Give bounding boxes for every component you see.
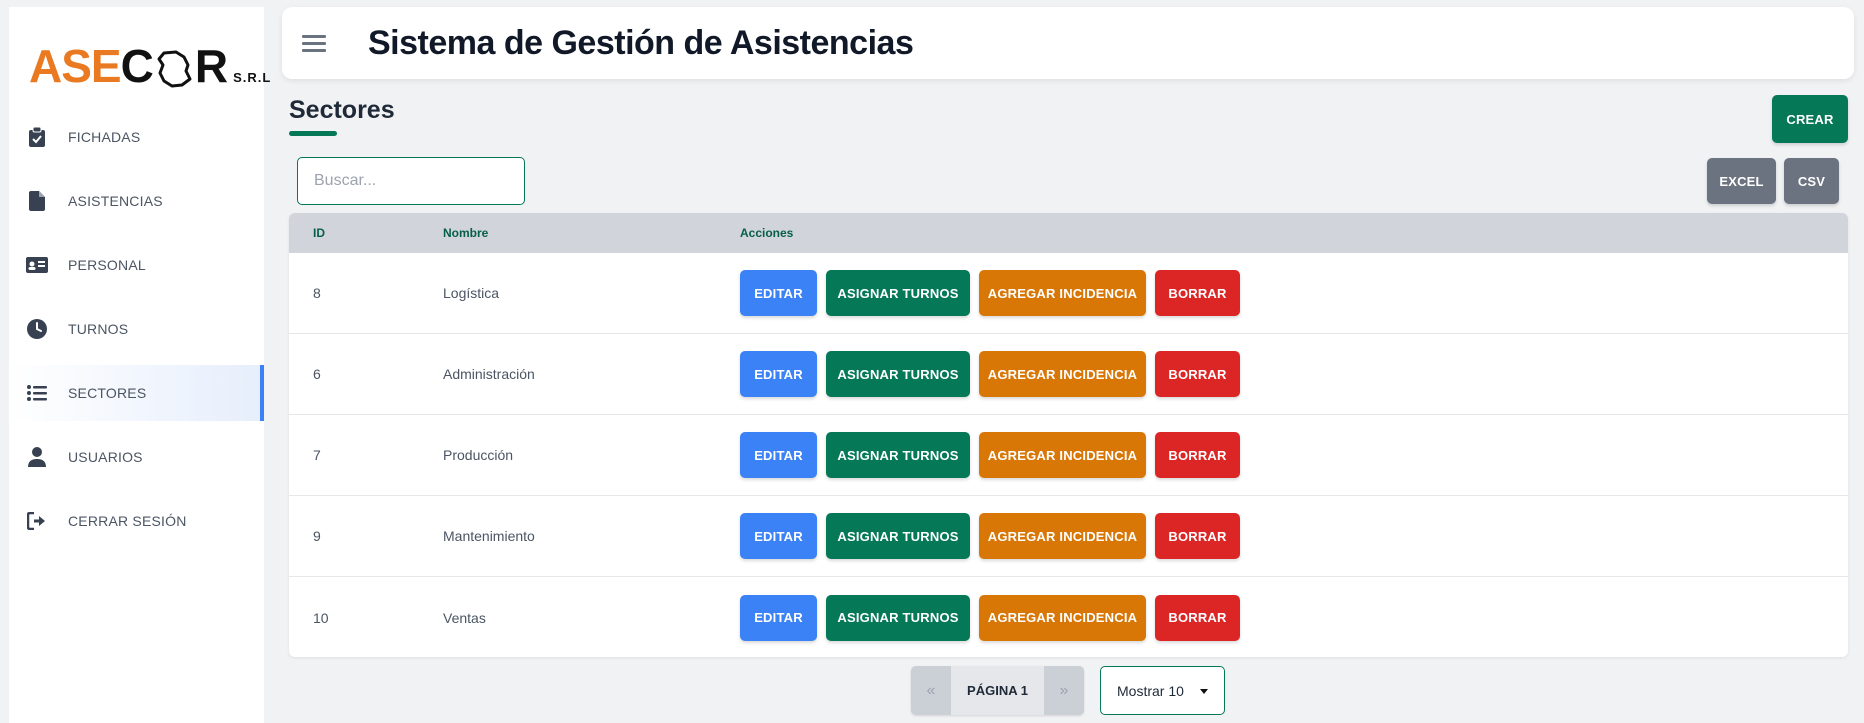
- create-button[interactable]: CREAR: [1772, 95, 1848, 143]
- column-header-id[interactable]: ID: [313, 226, 325, 240]
- cell-nombre: Logística: [443, 285, 500, 301]
- cell-nombre: Ventas: [443, 609, 486, 626]
- row-actions: EDITAR ASIGNAR TURNOS AGREGAR INCIDENCIA…: [740, 432, 1240, 478]
- chevron-down-icon: [1200, 689, 1208, 694]
- assign-shifts-button[interactable]: ASIGNAR TURNOS: [826, 351, 970, 397]
- top-header: Sistema de Gestión de Asistencias: [282, 7, 1854, 79]
- export-excel-button[interactable]: EXCEL: [1707, 158, 1776, 204]
- sidebar-nav: FICHADAS ASISTENCIAS PERSONAL TURNOS SEC…: [9, 109, 264, 557]
- app-title: Sistema de Gestión de Asistencias: [368, 23, 914, 62]
- sidebar-item-cerrar-sesion[interactable]: CERRAR SESIÓN: [9, 493, 264, 549]
- page-size-value: Mostrar 10: [1117, 682, 1184, 699]
- delete-button[interactable]: BORRAR: [1155, 351, 1240, 397]
- logo-text-ase: ASE: [29, 40, 122, 92]
- edit-button[interactable]: EDITAR: [740, 513, 817, 559]
- file-icon: [26, 190, 48, 212]
- table-row: 8 Logística EDITAR ASIGNAR TURNOS AGREGA…: [289, 253, 1848, 334]
- logo-text-c: C: [120, 40, 154, 92]
- sidebar-item-label: TURNOS: [68, 321, 129, 337]
- add-incident-button[interactable]: AGREGAR INCIDENCIA: [979, 594, 1146, 641]
- assign-shifts-button[interactable]: ASIGNAR TURNOS: [826, 270, 970, 316]
- cordoba-map-icon: [157, 50, 192, 88]
- cell-id: 7: [313, 447, 321, 463]
- cell-nombre: Mantenimiento: [443, 528, 535, 544]
- list-icon: [26, 382, 48, 404]
- sidebar-item-usuarios[interactable]: USUARIOS: [9, 429, 264, 485]
- sidebar-item-sectores[interactable]: SECTORES: [9, 365, 264, 421]
- sidebar-item-label: FICHADAS: [68, 129, 141, 145]
- assign-shifts-button[interactable]: ASIGNAR TURNOS: [826, 594, 970, 641]
- table-row: 6 Administración EDITAR ASIGNAR TURNOS A…: [289, 334, 1848, 415]
- sidebar-item-personal[interactable]: PERSONAL: [9, 237, 264, 293]
- table-row: 7 Producción EDITAR ASIGNAR TURNOS AGREG…: [289, 415, 1848, 496]
- clock-icon: [26, 318, 48, 340]
- logo-suffix: S.R.L: [233, 70, 272, 85]
- sidebar-item-label: CERRAR SESIÓN: [68, 513, 187, 529]
- page-title: Sectores: [289, 96, 395, 124]
- delete-button[interactable]: BORRAR: [1155, 513, 1240, 559]
- column-header-acciones: Acciones: [740, 226, 794, 240]
- delete-button[interactable]: BORRAR: [1155, 270, 1240, 316]
- clipboard-check-icon: [26, 126, 48, 148]
- table-row: 9 Mantenimiento EDITAR ASIGNAR TURNOS AG…: [289, 496, 1848, 577]
- add-incident-button[interactable]: AGREGAR INCIDENCIA: [979, 351, 1146, 397]
- delete-button[interactable]: BORRAR: [1155, 594, 1240, 641]
- table-header: ID Nombre Acciones: [289, 213, 1848, 253]
- sectors-table: ID Nombre Acciones 8 Logística EDITAR AS…: [289, 213, 1848, 657]
- sidebar-item-fichadas[interactable]: FICHADAS: [9, 109, 264, 165]
- cell-id: 9: [313, 528, 321, 544]
- company-logo: ASE C R S.R.L: [29, 29, 271, 89]
- sidebar-item-turnos[interactable]: TURNOS: [9, 301, 264, 357]
- row-actions: EDITAR ASIGNAR TURNOS AGREGAR INCIDENCIA…: [740, 513, 1240, 559]
- hamburger-menu-icon[interactable]: [302, 31, 326, 56]
- column-header-nombre[interactable]: Nombre: [443, 226, 488, 240]
- row-actions: EDITAR ASIGNAR TURNOS AGREGAR INCIDENCIA…: [740, 594, 1240, 641]
- sidebar-item-label: USUARIOS: [68, 449, 143, 465]
- cell-id: 6: [313, 366, 321, 382]
- next-page-button[interactable]: »: [1044, 666, 1084, 715]
- sidebar-item-label: PERSONAL: [68, 257, 146, 273]
- title-underline: [289, 131, 337, 136]
- sidebar: ASE C R S.R.L FICHADAS ASISTENCIAS PERSO…: [9, 7, 270, 723]
- delete-button[interactable]: BORRAR: [1155, 432, 1240, 478]
- cell-nombre: Producción: [443, 447, 514, 463]
- add-incident-button[interactable]: AGREGAR INCIDENCIA: [979, 270, 1146, 316]
- logout-icon: [26, 510, 48, 532]
- prev-page-button[interactable]: «: [911, 666, 951, 715]
- add-incident-button[interactable]: AGREGAR INCIDENCIA: [979, 432, 1146, 478]
- cell-id: 8: [313, 285, 321, 301]
- logo-text-r: R: [194, 40, 228, 92]
- row-actions: EDITAR ASIGNAR TURNOS AGREGAR INCIDENCIA…: [740, 270, 1240, 316]
- page-size-select[interactable]: Mostrar 10: [1100, 666, 1225, 715]
- sidebar-item-label: ASISTENCIAS: [68, 193, 163, 209]
- table-row: 10 Ventas EDITAR ASIGNAR TURNOS AGREGAR …: [289, 577, 1848, 657]
- edit-button[interactable]: EDITAR: [740, 594, 817, 641]
- current-page-indicator: PÁGINA 1: [951, 666, 1044, 715]
- pagination: « PÁGINA 1 »: [911, 666, 1084, 715]
- row-actions: EDITAR ASIGNAR TURNOS AGREGAR INCIDENCIA…: [740, 351, 1240, 397]
- cell-nombre: Administración: [443, 366, 535, 382]
- export-csv-button[interactable]: CSV: [1784, 158, 1839, 204]
- id-card-icon: [26, 254, 48, 276]
- assign-shifts-button[interactable]: ASIGNAR TURNOS: [826, 432, 970, 478]
- cell-id: 10: [313, 609, 329, 626]
- edit-button[interactable]: EDITAR: [740, 351, 817, 397]
- edit-button[interactable]: EDITAR: [740, 270, 817, 316]
- sidebar-item-asistencias[interactable]: ASISTENCIAS: [9, 173, 264, 229]
- search-input[interactable]: [297, 157, 525, 205]
- add-incident-button[interactable]: AGREGAR INCIDENCIA: [979, 513, 1146, 559]
- assign-shifts-button[interactable]: ASIGNAR TURNOS: [826, 513, 970, 559]
- edit-button[interactable]: EDITAR: [740, 432, 817, 478]
- sidebar-item-label: SECTORES: [68, 385, 147, 401]
- user-icon: [26, 446, 48, 468]
